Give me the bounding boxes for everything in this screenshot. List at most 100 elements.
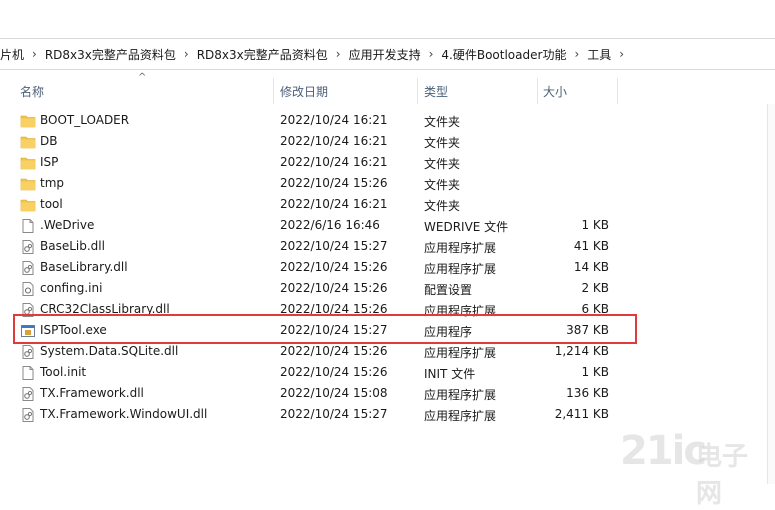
- file-row[interactable]: Tool.init 2022/10/24 15:26 INIT 文件 1 KB: [0, 362, 775, 383]
- watermark-logo: 21ic 电子网: [620, 428, 770, 509]
- folder-icon: [20, 134, 36, 150]
- folder-icon: [20, 155, 36, 171]
- dll-icon: [20, 239, 36, 255]
- column-type-header[interactable]: 类型: [424, 83, 448, 100]
- breadcrumb-item[interactable]: 工具: [581, 46, 617, 63]
- file-name[interactable]: .WeDrive: [40, 218, 94, 232]
- column-divider[interactable]: [617, 78, 618, 104]
- dll-icon: [20, 260, 36, 276]
- column-date-header[interactable]: 修改日期: [280, 83, 328, 100]
- file-name[interactable]: TX.Framework.WindowUI.dll: [40, 407, 207, 421]
- file-row[interactable]: BOOT_LOADER 2022/10/24 16:21 文件夹: [0, 110, 775, 131]
- watermark-number: 21ic: [620, 428, 707, 474]
- dll-icon: [20, 386, 36, 402]
- chevron-right-icon[interactable]: ›: [334, 47, 343, 61]
- file-name[interactable]: tmp: [40, 176, 64, 190]
- file-type: 文件夹: [424, 157, 461, 171]
- file-type: 配置设置: [424, 283, 473, 297]
- file-type: WEDRIVE 文件: [424, 220, 509, 234]
- file-type: 应用程序扩展: [424, 241, 497, 255]
- file-size: 136 KB: [566, 386, 609, 400]
- file-icon: [20, 218, 36, 234]
- file-row[interactable]: confing.ini 2022/10/24 15:26 配置设置 2 KB: [0, 278, 775, 299]
- file-name[interactable]: BaseLibrary.dll: [40, 260, 128, 274]
- file-size: 2,411 KB: [554, 407, 609, 421]
- highlight-box: [13, 314, 637, 344]
- file-row[interactable]: DB 2022/10/24 16:21 文件夹: [0, 131, 775, 152]
- file-type: 应用程序扩展: [424, 262, 497, 276]
- file-type: 文件夹: [424, 115, 461, 129]
- file-date: 2022/10/24 15:26: [280, 365, 388, 379]
- dll-icon: [20, 407, 36, 423]
- column-size-header[interactable]: 大小: [543, 83, 567, 100]
- file-type: 应用程序扩展: [424, 346, 497, 360]
- file-date: 2022/10/24 15:26: [280, 176, 388, 190]
- sort-ascending-icon: ^: [138, 72, 147, 83]
- file-name[interactable]: tool: [40, 197, 63, 211]
- file-date: 2022/10/24 15:26: [280, 260, 388, 274]
- breadcrumb-item[interactable]: 单片机: [0, 46, 30, 63]
- chevron-right-icon[interactable]: ›: [427, 47, 436, 61]
- breadcrumb-item[interactable]: RD8x3x完整产品资料包: [39, 46, 182, 63]
- file-date: 2022/10/24 16:21: [280, 197, 388, 211]
- file-type: 文件夹: [424, 136, 461, 150]
- file-list: BOOT_LOADER 2022/10/24 16:21 文件夹 DB 2022/10/…: [0, 110, 775, 425]
- file-type: 应用程序扩展: [424, 388, 497, 402]
- column-header: 名称 修改日期 类型 大小: [0, 74, 775, 104]
- chevron-right-icon[interactable]: ›: [572, 47, 581, 61]
- file-name[interactable]: ISP: [40, 155, 58, 169]
- column-name-header[interactable]: 名称: [20, 83, 44, 100]
- folder-icon: [20, 113, 36, 129]
- file-row[interactable]: tool 2022/10/24 16:21 文件夹: [0, 194, 775, 215]
- chevron-right-icon[interactable]: ›: [617, 47, 626, 61]
- breadcrumb-item[interactable]: 4.硬件Bootloader功能: [435, 46, 572, 63]
- column-divider[interactable]: [537, 78, 538, 104]
- file-size: 1 KB: [581, 218, 609, 232]
- file-name[interactable]: DB: [40, 134, 57, 148]
- file-name[interactable]: confing.ini: [40, 281, 102, 295]
- file-type: INIT 文件: [424, 367, 476, 381]
- file-row[interactable]: .WeDrive 2022/6/16 16:46 WEDRIVE 文件 1 KB: [0, 215, 775, 236]
- file-date: 2022/10/24 15:27: [280, 407, 388, 421]
- chevron-right-icon[interactable]: ›: [182, 47, 191, 61]
- folder-icon: [20, 197, 36, 213]
- column-divider[interactable]: [417, 78, 418, 104]
- dll-icon: [20, 344, 36, 360]
- file-row[interactable]: BaseLibrary.dll 2022/10/24 15:26 应用程序扩展 14 …: [0, 257, 775, 278]
- address-bar[interactable]: 单片机›RD8x3x完整产品资料包›RD8x3x完整产品资料包›应用开发支持›4…: [0, 38, 775, 70]
- breadcrumb-item[interactable]: RD8x3x完整产品资料包: [191, 46, 334, 63]
- file-size: 41 KB: [573, 239, 609, 253]
- vertical-scrollbar[interactable]: [767, 104, 775, 484]
- file-size: 2 KB: [581, 281, 609, 295]
- file-date: 2022/10/24 16:21: [280, 134, 388, 148]
- file-date: 2022/6/16 16:46: [280, 218, 380, 232]
- file-row[interactable]: tmp 2022/10/24 15:26 文件夹: [0, 173, 775, 194]
- watermark-text: 电子网: [696, 442, 749, 509]
- column-divider[interactable]: [273, 78, 274, 104]
- file-name[interactable]: BaseLib.dll: [40, 239, 105, 253]
- breadcrumb-item[interactable]: 应用开发支持: [343, 46, 427, 63]
- file-row[interactable]: BaseLib.dll 2022/10/24 15:27 应用程序扩展 41 KB: [0, 236, 775, 257]
- file-row[interactable]: TX.Framework.dll 2022/10/24 15:08 应用程序扩展 13…: [0, 383, 775, 404]
- file-name[interactable]: BOOT_LOADER: [40, 113, 129, 127]
- file-date: 2022/10/24 15:27: [280, 239, 388, 253]
- file-date: 2022/10/24 15:26: [280, 281, 388, 295]
- file-name[interactable]: System.Data.SQLite.dll: [40, 344, 178, 358]
- file-row[interactable]: System.Data.SQLite.dll 2022/10/24 15:26 应用…: [0, 341, 775, 362]
- file-type: 应用程序扩展: [424, 409, 497, 423]
- chevron-right-icon[interactable]: ›: [30, 47, 39, 61]
- folder-icon: [20, 176, 36, 192]
- file-size: 14 KB: [573, 260, 609, 274]
- file-row[interactable]: TX.Framework.WindowUI.dll 2022/10/24 15:2…: [0, 404, 775, 425]
- file-row[interactable]: ISP 2022/10/24 16:21 文件夹: [0, 152, 775, 173]
- file-date: 2022/10/24 16:21: [280, 155, 388, 169]
- file-date: 2022/10/24 16:21: [280, 113, 388, 127]
- file-icon: [20, 365, 36, 381]
- file-size: 1 KB: [581, 365, 609, 379]
- file-type: 文件夹: [424, 178, 461, 192]
- file-date: 2022/10/24 15:26: [280, 344, 388, 358]
- file-date: 2022/10/24 15:08: [280, 386, 388, 400]
- file-name[interactable]: TX.Framework.dll: [40, 386, 144, 400]
- file-name[interactable]: Tool.init: [40, 365, 86, 379]
- file-type: 文件夹: [424, 199, 461, 213]
